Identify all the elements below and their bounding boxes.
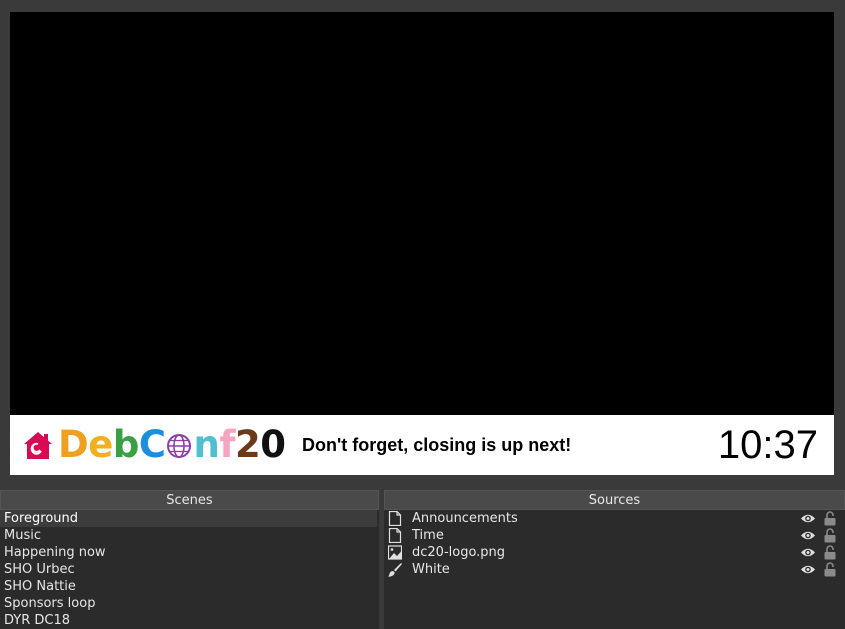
source-item-white[interactable]: White [384,561,839,578]
source-label: Announcements [412,511,518,526]
unlocked-padlock-icon[interactable] [824,511,836,526]
sources-list[interactable]: Announcements Time dc20-logo.png White [384,510,839,629]
scenes-dock-title[interactable]: Scenes [0,490,379,510]
visibility-eye-icon[interactable] [800,513,816,524]
logo-letter: C [138,423,166,466]
scene-item-foreground[interactable]: Foreground [0,510,377,527]
image-icon [388,545,402,560]
debian-house-logo-icon [24,432,52,459]
visibility-eye-icon[interactable] [800,547,816,558]
source-label: White [412,562,450,577]
scenes-dock: Scenes Foreground Music Happening now SH… [0,490,379,629]
text-file-icon [388,511,402,526]
source-item-announcements[interactable]: Announcements [384,510,839,527]
scene-item-sho-nattie[interactable]: SHO Nattie [0,578,379,595]
source-label: Time [412,528,444,543]
logo-letter: D [58,423,89,466]
logo-letter: n [193,423,220,466]
scenes-list[interactable]: Foreground Music Happening now SHO Urbec… [0,510,379,629]
clock-display: 10:37 [717,423,818,467]
logo-letter: f [219,423,235,466]
brush-icon [388,563,402,577]
logo-letter: b [112,423,140,466]
logo-letter: e [88,423,113,466]
logo-letter: 2 [234,423,261,466]
globe-icon [167,434,192,458]
text-file-icon [388,528,402,543]
source-item-dc20-logo[interactable]: dc20-logo.png [384,544,839,561]
scene-item-happening-now[interactable]: Happening now [0,544,379,561]
scene-item-sho-urbec[interactable]: SHO Urbec [0,561,379,578]
scene-item-music[interactable]: Music [0,527,379,544]
unlocked-padlock-icon[interactable] [824,545,836,560]
debconf20-wordmark: DebC nf20 [58,422,286,468]
visibility-eye-icon[interactable] [800,564,816,575]
scene-item-dyr-dc18[interactable]: DYR DC18 [0,612,379,629]
sources-dock: Sources Announcements Time dc20-logo.png… [384,490,845,629]
program-canvas[interactable]: DebC nf20 Don't forget, closing is up ne… [10,12,834,475]
announcement-text: Don't forget, closing is up next! [302,435,572,455]
sources-dock-title[interactable]: Sources [384,490,845,510]
preview-area[interactable]: DebC nf20 Don't forget, closing is up ne… [0,0,845,484]
unlocked-padlock-icon[interactable] [824,562,836,577]
scene-item-sponsors-loop[interactable]: Sponsors loop [0,595,379,612]
source-item-time[interactable]: Time [384,527,839,544]
logo-letter: 0 [260,423,286,466]
visibility-eye-icon[interactable] [800,530,816,541]
unlocked-padlock-icon[interactable] [824,528,836,543]
lower-third-overlay: DebC nf20 Don't forget, closing is up ne… [10,415,834,475]
source-label: dc20-logo.png [412,545,506,560]
